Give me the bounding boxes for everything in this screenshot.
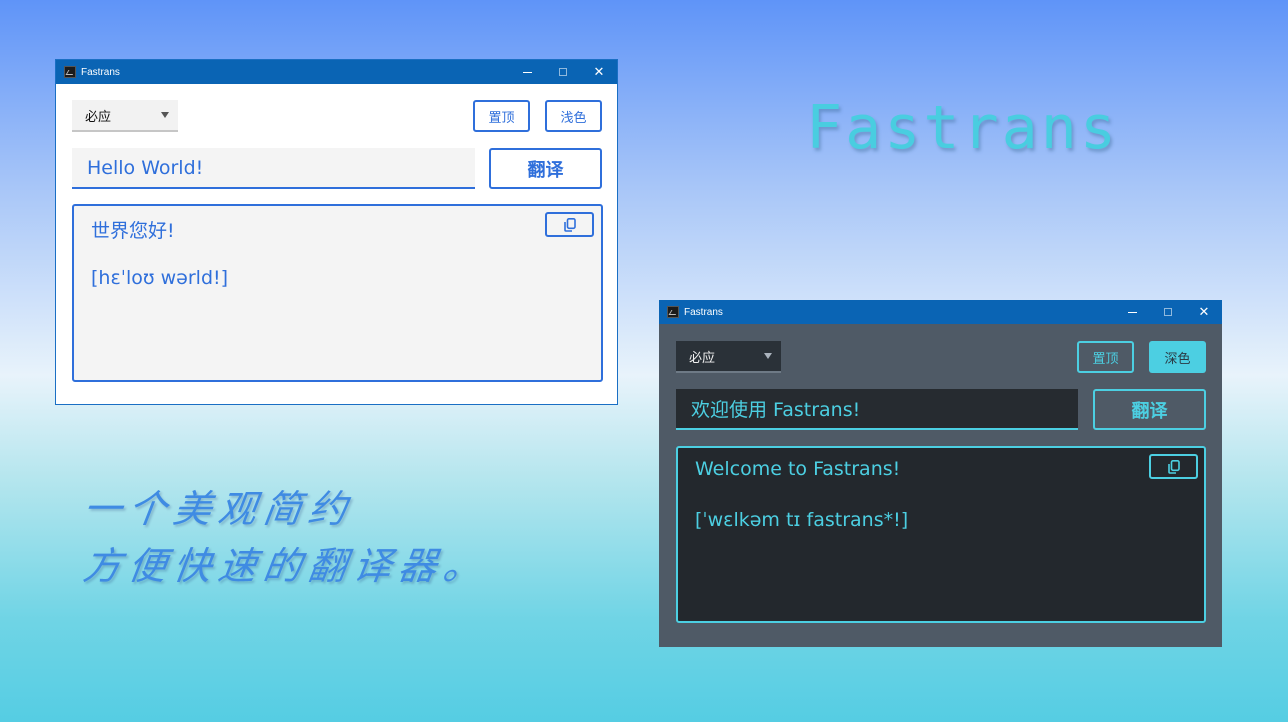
pin-button[interactable]: 置顶: [1077, 341, 1134, 373]
titlebar[interactable]: Fastrans ✕: [659, 300, 1222, 324]
window-title: Fastrans: [684, 306, 723, 318]
light-window: Fastrans ✕ 必应 置顶 浅色 Hello World! 翻译 世界您好…: [55, 59, 618, 405]
engine-select-value: 必应: [85, 109, 112, 125]
dark-window: Fastrans ✕ 必应 置顶 深色 欢迎使用 Fastrans! 翻译 We…: [659, 300, 1222, 647]
brand-title: Fastrans: [806, 93, 1119, 163]
result-panel: Welcome to Fastrans! [ˈwɛlkəm tɪ fastran…: [676, 446, 1206, 623]
source-text-input[interactable]: Hello World!: [72, 148, 475, 189]
copy-icon: [1167, 459, 1180, 474]
titlebar[interactable]: Fastrans ✕: [56, 60, 617, 84]
app-icon: [64, 66, 76, 78]
theme-toggle-button[interactable]: 深色: [1149, 341, 1206, 373]
app-icon: [667, 306, 679, 318]
engine-select[interactable]: 必应: [72, 100, 178, 132]
slogan-line-1: 一个美观简约: [80, 487, 357, 531]
result-phonetic: [hɛˈloʊ wərld!]: [91, 267, 229, 289]
result-phonetic: [ˈwɛlkəm tɪ fastrans*!]: [695, 509, 909, 531]
close-icon[interactable]: ✕: [1186, 300, 1222, 324]
minimize-icon[interactable]: [1114, 300, 1150, 324]
engine-select[interactable]: 必应: [676, 341, 781, 373]
dropdown-arrow-icon: [161, 112, 169, 118]
dropdown-arrow-icon: [764, 353, 772, 359]
window-title: Fastrans: [81, 66, 120, 78]
theme-toggle-button[interactable]: 浅色: [545, 100, 602, 132]
pin-button[interactable]: 置顶: [473, 100, 530, 132]
translate-button[interactable]: 翻译: [1093, 389, 1206, 430]
source-text-value: Hello World!: [87, 156, 204, 179]
copy-button[interactable]: [545, 212, 594, 237]
result-translation: Welcome to Fastrans!: [695, 458, 901, 480]
minimize-icon[interactable]: [509, 60, 545, 84]
maximize-icon[interactable]: [1150, 300, 1186, 324]
result-translation: 世界您好!: [91, 220, 175, 242]
translate-button[interactable]: 翻译: [489, 148, 602, 189]
maximize-icon[interactable]: [545, 60, 581, 84]
source-text-input[interactable]: 欢迎使用 Fastrans!: [676, 389, 1078, 430]
engine-select-value: 必应: [689, 350, 716, 366]
copy-icon: [563, 217, 576, 232]
source-text-value: 欢迎使用 Fastrans!: [691, 399, 861, 421]
slogan-line-2: 方便快速的翻译器。: [80, 544, 492, 588]
close-icon[interactable]: ✕: [581, 60, 617, 84]
result-panel: 世界您好! [hɛˈloʊ wərld!]: [72, 204, 603, 382]
copy-button[interactable]: [1149, 454, 1198, 479]
